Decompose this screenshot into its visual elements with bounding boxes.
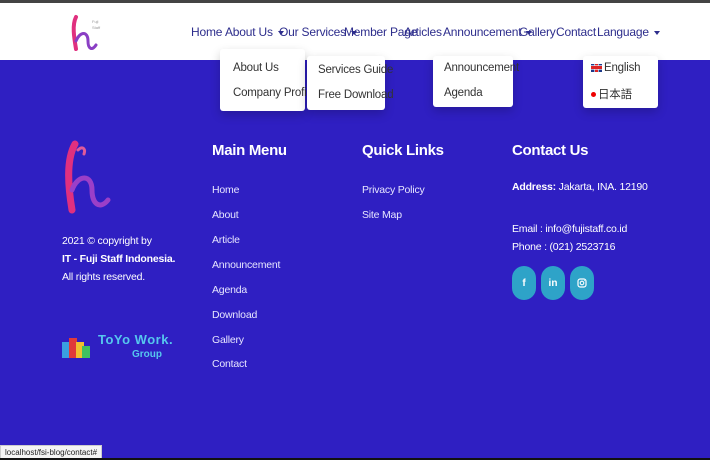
instagram-icon[interactable]: [570, 266, 594, 300]
footer-link-contact[interactable]: Contact: [212, 358, 247, 370]
dropdown-item-about-us[interactable]: About Us: [233, 62, 279, 74]
about-dropdown: About Us Company Profile: [220, 49, 315, 111]
footer-link-download[interactable]: Download: [212, 309, 257, 321]
address-label: Address:: [512, 181, 556, 193]
dropdown-item-free-download[interactable]: Free Download: [318, 89, 394, 101]
dropdown-item-agenda[interactable]: Agenda: [444, 87, 483, 99]
chevron-down-icon: [653, 30, 660, 35]
footer-logo: [65, 140, 111, 214]
dropdown-item-company-profile[interactable]: Company Profile: [233, 87, 315, 99]
nav-contact[interactable]: Contact: [556, 25, 596, 39]
copyright-line3: All rights reserved.: [62, 271, 145, 283]
services-dropdown: Services Guide Free Download: [307, 56, 394, 110]
announcement-dropdown: Announcement Agenda: [433, 56, 519, 107]
address-value: Jakarta, INA. 12190: [558, 181, 648, 193]
toyo-work-name: ToYo Work.: [98, 332, 174, 347]
dropdown-item-announcement[interactable]: Announcement: [444, 62, 519, 74]
footer-link-home[interactable]: Home: [212, 184, 239, 196]
japan-flag-icon: [591, 92, 596, 98]
uk-flag-icon: [591, 63, 602, 72]
instagram-glyph: [577, 278, 587, 288]
nav-announcement-label: Announcement: [443, 25, 522, 39]
contact-phone: Phone : (021) 2523716: [512, 241, 616, 253]
contact-us-title: Contact Us: [512, 142, 589, 159]
nav-home[interactable]: Home: [191, 25, 222, 39]
footer-link-agenda[interactable]: Agenda: [212, 284, 247, 296]
quick-links-title: Quick Links: [362, 142, 444, 159]
language-option-english[interactable]: English: [591, 62, 641, 74]
toyo-work-logo[interactable]: ToYo Work. Group: [62, 332, 174, 364]
footer-link-site-map[interactable]: Site Map: [362, 209, 402, 221]
main-nav: Home About Us Our Services Member Page A…: [0, 3, 710, 60]
language-option-japanese[interactable]: 日本語: [591, 86, 632, 102]
language-option-english-label: English: [604, 62, 641, 74]
nav-articles[interactable]: Articles: [404, 25, 442, 39]
footer-link-about[interactable]: About: [212, 209, 239, 221]
nav-language-label: Language: [597, 25, 649, 39]
language-option-japanese-label: 日本語: [598, 89, 632, 101]
footer-link-privacy-policy[interactable]: Privacy Policy: [362, 184, 425, 196]
linkedin-icon[interactable]: in: [541, 266, 565, 300]
footer-link-gallery[interactable]: Gallery: [212, 334, 244, 346]
dropdown-item-services-guide[interactable]: Services Guide: [318, 64, 393, 76]
facebook-icon[interactable]: f: [512, 266, 536, 300]
nav-services-label: Our Services: [279, 25, 346, 39]
toyo-squares-icon: [62, 338, 90, 358]
language-dropdown: English 日本語: [583, 56, 658, 108]
nav-about-label: About Us: [225, 25, 273, 39]
nav-language[interactable]: Language: [597, 25, 660, 39]
main-menu-title: Main Menu: [212, 142, 287, 159]
contact-address: Address: Jakarta, INA. 12190: [512, 181, 648, 193]
navbar: Fuji Staff Home About Us Our Services Me…: [0, 3, 710, 60]
footer-link-article[interactable]: Article: [212, 234, 240, 246]
nav-gallery[interactable]: Gallery: [519, 25, 556, 39]
copyright-line1: 2021 © copyright by: [62, 235, 152, 247]
contact-email: Email : info@fujistaff.co.id: [512, 223, 628, 235]
nav-about[interactable]: About Us: [225, 25, 284, 39]
footer-link-announcement[interactable]: Announcement: [212, 259, 280, 271]
copyright-line2: IT - Fuji Staff Indonesia.: [62, 253, 176, 265]
toyo-work-group: Group: [132, 349, 162, 360]
